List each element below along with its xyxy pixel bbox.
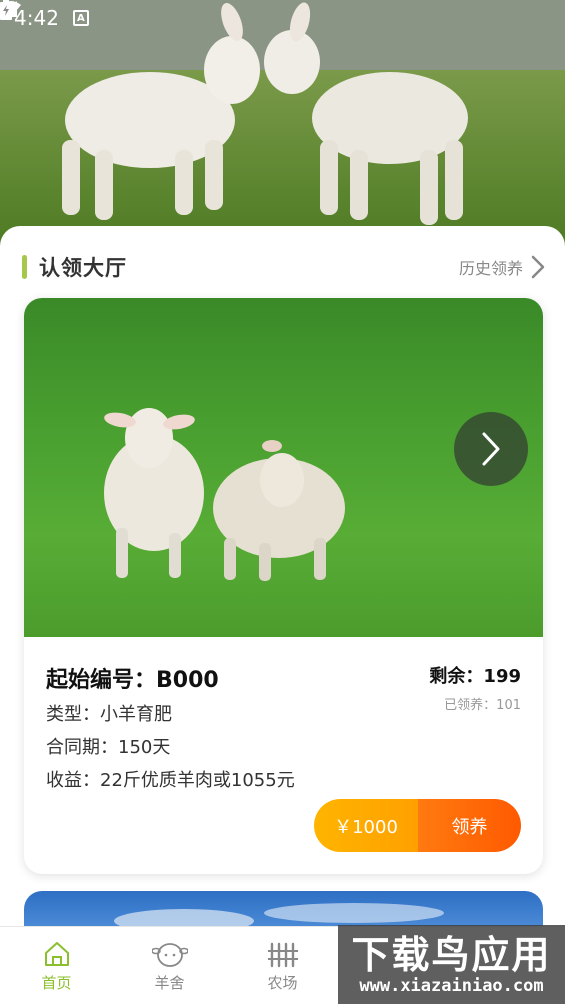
hero-banner: 4:42 A xyxy=(0,0,565,250)
section-header: 认领大厅 历史领养 xyxy=(22,252,545,282)
nav-home-label: 首页 xyxy=(41,973,72,992)
page-title: 认领大厅 xyxy=(39,256,127,280)
remaining-count: 剩余：199 xyxy=(429,666,521,687)
next-slide-button[interactable] xyxy=(454,412,528,486)
hero-lambs-image xyxy=(0,0,565,250)
history-adoption-link[interactable]: 历史领养 xyxy=(459,255,545,279)
main-panel: 认领大厅 历史领养 起始编号：B000 剩余：199 已领养：101 类型：小羊… xyxy=(0,226,565,951)
history-label: 历史领养 xyxy=(458,259,523,278)
notification-icon: A xyxy=(72,10,89,26)
nav-home[interactable]: 首页 xyxy=(0,927,113,1004)
sheep-photo xyxy=(24,298,543,637)
watermark-sub: www.xiazainiao.com xyxy=(359,975,544,996)
adoption-card[interactable]: 起始编号：B000 剩余：199 已领养：101 类型：小羊育肥 合同期：150… xyxy=(24,298,543,874)
income-text: 收益：22斤优质羊肉或1055元 xyxy=(46,770,295,791)
fence-icon xyxy=(267,942,298,967)
chevron-right-icon xyxy=(531,255,545,279)
adopt-button[interactable]: 领养 xyxy=(418,799,521,852)
watermark: 下载鸟应用 www.xiazainiao.com xyxy=(338,925,565,1004)
price-button[interactable]: ￥1000 xyxy=(314,799,418,852)
section-accent-bar xyxy=(22,255,27,279)
nav-sheepfold-label: 羊舍 xyxy=(154,973,185,992)
watermark-main: 下载鸟应用 xyxy=(351,931,552,977)
nav-farm[interactable]: 农场 xyxy=(226,927,339,1004)
contract-period-text: 合同期：150天 xyxy=(46,737,171,758)
chevron-right-icon xyxy=(482,432,500,466)
sheep-icon xyxy=(151,942,188,967)
adopt-action-group: ￥1000 领养 xyxy=(314,799,521,852)
start-code: 起始编号：B000 xyxy=(46,668,219,693)
home-icon xyxy=(44,941,69,966)
nav-farm-label: 农场 xyxy=(267,973,298,992)
status-bar: 4:42 A xyxy=(0,0,565,36)
nav-sheepfold[interactable]: 羊舍 xyxy=(113,927,226,1004)
adopted-count: 已领养：101 xyxy=(444,698,521,713)
battery-icon xyxy=(0,0,12,20)
type-text: 类型：小羊育肥 xyxy=(46,704,172,725)
